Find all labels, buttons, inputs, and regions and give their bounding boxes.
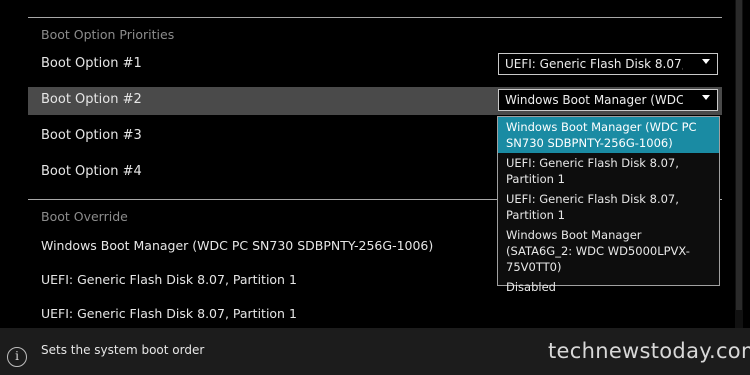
boot-option-1-row[interactable]: Boot Option #1 UEFI: Generic Flash Disk … [28, 51, 722, 79]
boot-option-4-label: Boot Option #4 [41, 164, 142, 179]
boot-option-2-label: Boot Option #2 [41, 92, 142, 107]
chevron-down-icon [702, 59, 710, 64]
dropdown-option[interactable]: UEFI: Generic Flash Disk 8.07, Partition… [498, 153, 719, 189]
boot-override-item[interactable]: Windows Boot Manager (WDC PC SN730 SDBPN… [41, 238, 433, 253]
boot-option-3-label: Boot Option #3 [41, 128, 142, 143]
boot-option-1-select[interactable]: UEFI: Generic Flash Disk 8.07, P [498, 53, 718, 75]
help-text: Sets the system boot order [41, 343, 205, 357]
scrollbar-thumb[interactable] [736, 0, 742, 310]
boot-option-2-select[interactable]: Windows Boot Manager (WDC PC [498, 89, 718, 111]
dropdown-option[interactable]: Disabled [498, 277, 719, 297]
boot-option-2-row[interactable]: Boot Option #2 Windows Boot Manager (WDC… [28, 87, 722, 115]
info-icon: i [7, 347, 27, 367]
boot-override-item[interactable]: UEFI: Generic Flash Disk 8.07, Partition… [41, 272, 297, 287]
dropdown-option[interactable]: Windows Boot Manager (SATA6G_2: WDC WD50… [498, 225, 719, 277]
boot-option-1-label: Boot Option #1 [41, 56, 142, 71]
boot-priorities-title: Boot Option Priorities [41, 27, 175, 42]
help-footer: i Sets the system boot order technewstod… [0, 328, 750, 375]
dropdown-option[interactable]: Windows Boot Manager (WDC PC SN730 SDBPN… [498, 117, 719, 153]
boot-override-item[interactable]: UEFI: Generic Flash Disk 8.07, Partition… [41, 306, 297, 321]
boot-override-title: Boot Override [41, 209, 128, 224]
boot-option-2-dropdown-list: Windows Boot Manager (WDC PC SN730 SDBPN… [497, 116, 720, 294]
dropdown-option[interactable]: UEFI: Generic Flash Disk 8.07, Partition… [498, 189, 719, 225]
chevron-down-icon [702, 95, 710, 100]
boot-option-1-value: UEFI: Generic Flash Disk 8.07, P [505, 57, 683, 71]
bios-boot-screen: Boot Option Priorities Boot Option #1 UE… [0, 0, 750, 375]
top-divider [28, 17, 722, 18]
boot-option-2-value: Windows Boot Manager (WDC PC [505, 93, 683, 107]
watermark-text: technewstoday.com [548, 339, 750, 363]
